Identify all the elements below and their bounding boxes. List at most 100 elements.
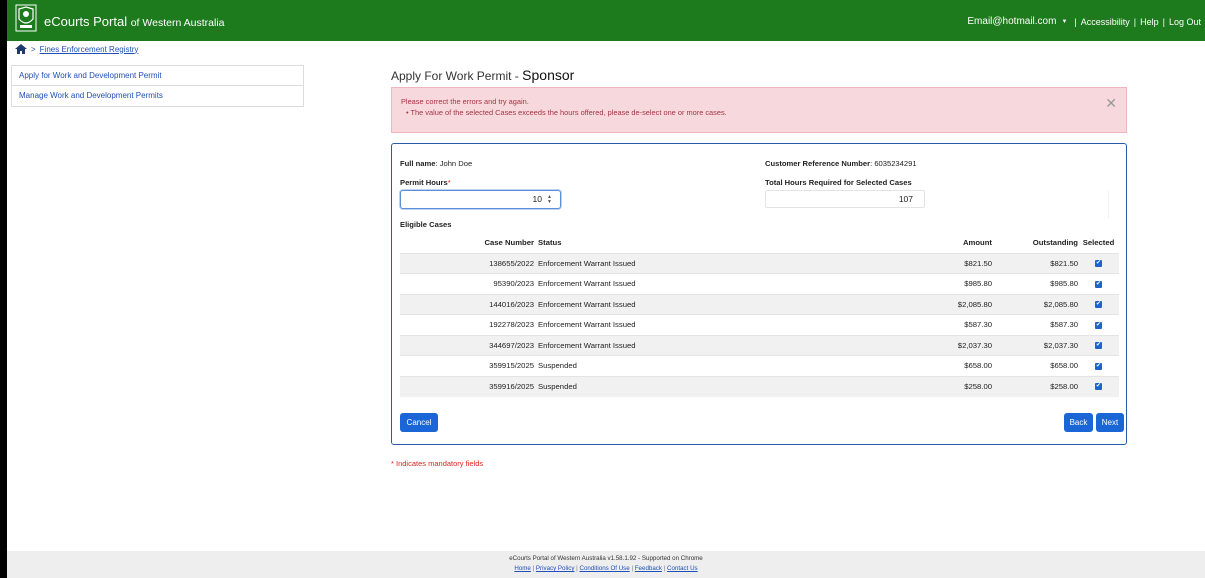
table-header-row: Case Number Status Amount Outstanding Se… [400, 233, 1119, 253]
selected-cell: ✔ [1078, 273, 1119, 294]
page-title: Apply For Work Permit - Sponsor [391, 67, 574, 83]
full-name-value: John Doe [439, 159, 473, 168]
table-row: 344697/2023 Enforcement Warrant Issued $… [400, 334, 1119, 356]
portal-brand[interactable]: eCourts Portal of Western Australia [44, 14, 225, 29]
col-status: Status [538, 238, 562, 248]
nav-separator: | [1074, 16, 1077, 27]
status-cell: Enforcement Warrant Issued [538, 293, 861, 315]
amount-cell: $2,085.80 [861, 293, 992, 315]
cancel-button[interactable]: Cancel [400, 413, 438, 432]
status-cell: Enforcement Warrant Issued [538, 334, 861, 356]
selected-checkbox[interactable]: ✔ [1095, 342, 1102, 350]
case-number-cell: 192278/2023 [400, 314, 538, 335]
col-selected: Selected [1082, 238, 1115, 248]
error-alert-message: The value of the selected Cases exceeds … [410, 108, 727, 117]
sidebar-item-apply-permit[interactable]: Apply for Work and Development Permit [12, 66, 303, 86]
total-hours-label: Total Hours Required for Selected Cases [765, 178, 912, 187]
footer-link-contact[interactable]: Contact Us [667, 565, 698, 572]
footer: eCourts Portal of Western Australia v1.5… [7, 551, 1205, 578]
table-row: 359916/2025 Suspended $258.00 $258.00 ✔ [400, 375, 1119, 397]
case-number-cell: 138655/2022 [400, 252, 538, 274]
status-cell: Suspended [538, 355, 861, 376]
nav-separator: | [1133, 16, 1137, 27]
footer-links: Home | Privacy Policy | Conditions Of Us… [7, 565, 1205, 572]
error-alert-item: • The value of the selected Cases exceed… [406, 108, 727, 117]
error-alert: Please correct the errors and try again.… [391, 87, 1127, 133]
mandatory-fields-note: * Indicates mandatory fields [391, 459, 484, 468]
crn-label: Customer Reference Number [765, 159, 871, 168]
status-cell: Suspended [538, 375, 861, 397]
breadcrumb-fines-registry[interactable]: Fines Enforcement Registry [40, 45, 139, 54]
page-title-prefix: Apply For Work Permit - [391, 69, 519, 83]
brand-main: eCourts Portal [44, 14, 128, 29]
close-icon[interactable]: ✕ [1105, 95, 1117, 112]
total-hours-field: 107 [765, 190, 925, 208]
breadcrumb: > Fines Enforcement Registry [15, 44, 138, 54]
outstanding-cell: $821.50 [992, 252, 1078, 274]
amount-cell: $658.00 [861, 355, 992, 376]
status-cell: Enforcement Warrant Issued [538, 252, 861, 274]
amount-cell: $258.00 [861, 375, 992, 397]
table-row: 192278/2023 Enforcement Warrant Issued $… [400, 314, 1119, 335]
selected-checkbox[interactable]: ✔ [1095, 280, 1102, 288]
back-button[interactable]: Back [1064, 413, 1093, 432]
case-number-cell: 359916/2025 [400, 375, 538, 397]
selected-checkbox[interactable]: ✔ [1095, 321, 1102, 329]
outstanding-cell: $985.80 [992, 273, 1078, 294]
sidebar: Apply for Work and Development Permit Ma… [11, 65, 304, 107]
eligible-cases-heading: Eligible Cases [400, 220, 452, 229]
selected-checkbox[interactable]: ✔ [1095, 383, 1102, 391]
outstanding-cell: $658.00 [992, 355, 1078, 376]
required-asterisk: * [447, 178, 451, 187]
table-row: 144016/2023 Enforcement Warrant Issued $… [400, 293, 1119, 315]
case-number-cell: 359915/2025 [400, 355, 538, 376]
page-title-main: Sponsor [522, 67, 575, 83]
top-nav: Email@hotmail.com ▼ | Accessibility | He… [967, 16, 1201, 27]
amount-cell: $985.80 [861, 273, 992, 294]
user-email-menu[interactable]: Email@hotmail.com [967, 16, 1056, 27]
col-amount: Amount [962, 238, 992, 248]
selected-checkbox[interactable]: ✔ [1095, 362, 1102, 370]
crn-value: 6035234291 [874, 159, 917, 168]
footer-link-conditions[interactable]: Conditions Of Use [580, 565, 630, 572]
amount-cell: $2,037.30 [861, 334, 992, 356]
selected-checkbox[interactable]: ✔ [1095, 260, 1102, 268]
footer-link-privacy[interactable]: Privacy Policy [536, 565, 575, 572]
eligible-cases-label: Eligible Cases [400, 220, 452, 229]
accessibility-link[interactable]: Accessibility [1081, 17, 1130, 27]
amount-cell: $587.30 [861, 314, 992, 335]
permit-hours-input[interactable]: 10 ▲ ▼ [400, 190, 561, 209]
chevron-down-icon[interactable]: ▼ [1061, 19, 1067, 25]
eligible-cases-table: Case Number Status Amount Outstanding Se… [400, 233, 1119, 397]
col-outstanding: Outstanding [1032, 238, 1078, 248]
footer-link-home[interactable]: Home [514, 565, 531, 572]
outstanding-cell: $2,085.80 [992, 293, 1078, 315]
footer-version: eCourts Portal of Western Australia v1.5… [509, 555, 703, 562]
wa-crest-logo [15, 4, 37, 32]
case-number-cell: 95390/2023 [400, 273, 538, 294]
table-row: 359915/2025 Suspended $658.00 $658.00 ✔ [400, 355, 1119, 376]
logout-link[interactable]: Log Out [1169, 17, 1201, 27]
help-link[interactable]: Help [1140, 17, 1159, 27]
full-name-label: Full name [400, 159, 436, 168]
footer-link-feedback[interactable]: Feedback [635, 565, 662, 572]
sidebar-item-manage-permits[interactable]: Manage Work and Development Permits [12, 86, 303, 106]
permit-hours-label-row: Permit Hours* [400, 178, 451, 187]
brand-sub: of Western Australia [130, 17, 225, 29]
error-alert-heading: Please correct the errors and try again. [401, 97, 529, 106]
permit-hours-value: 10 [532, 194, 542, 204]
next-button[interactable]: Next [1096, 413, 1124, 432]
home-icon[interactable] [15, 44, 27, 54]
selected-cell: ✔ [1078, 334, 1119, 356]
nav-separator: | [1162, 16, 1165, 27]
full-name-row: Full name: John Doe [400, 159, 473, 168]
case-number-cell: 344697/2023 [400, 334, 538, 356]
permit-hours-label: Permit Hours [400, 178, 448, 187]
selected-cell: ✔ [1078, 293, 1119, 315]
selected-checkbox[interactable]: ✔ [1095, 301, 1102, 309]
status-cell: Enforcement Warrant Issued [538, 314, 861, 335]
outstanding-cell: $587.30 [992, 314, 1078, 335]
selected-cell: ✔ [1078, 355, 1119, 376]
outstanding-cell: $258.00 [992, 375, 1078, 397]
number-spinner-icon[interactable]: ▲ ▼ [547, 195, 552, 205]
